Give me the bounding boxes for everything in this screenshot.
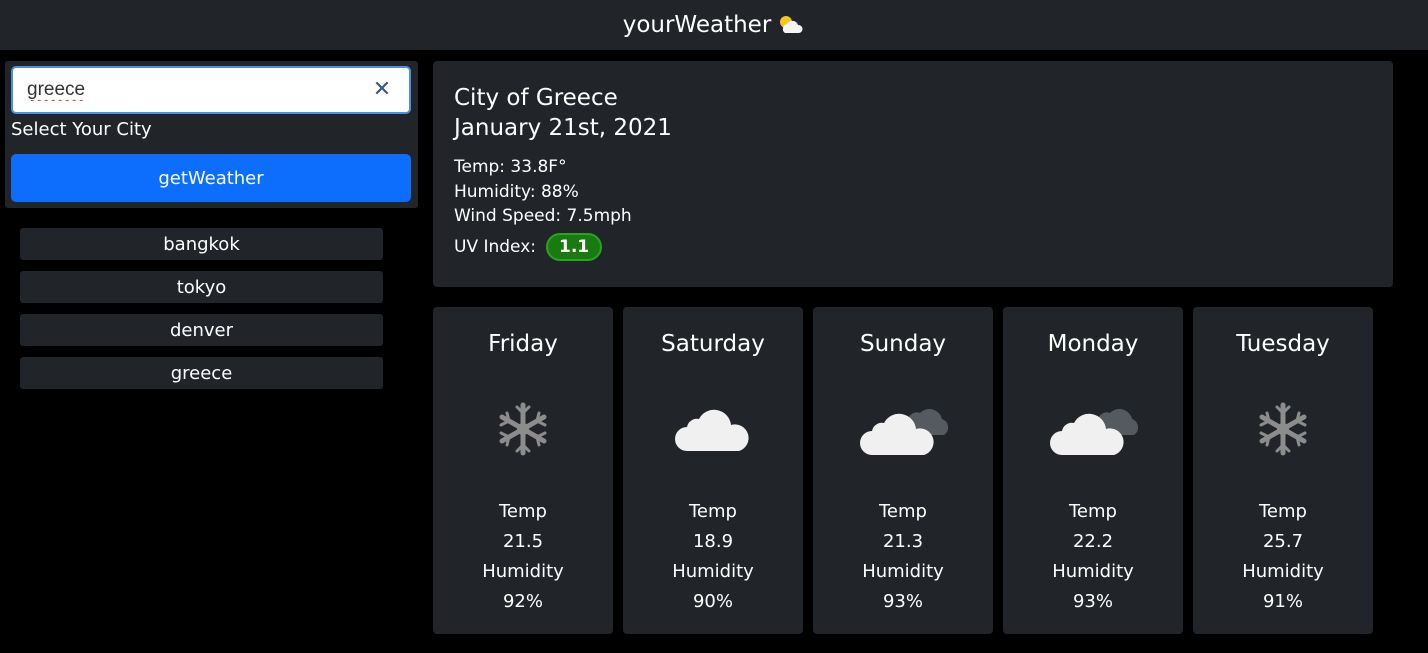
uv-index-badge: 1.1 xyxy=(546,232,603,261)
current-weather-card: City of Greece January 21st, 2021 Temp: … xyxy=(433,61,1393,287)
forecast-day: Tuesday xyxy=(1236,331,1330,357)
forecast-temp: 21.5 xyxy=(502,531,544,552)
forecast-humidity: 90% xyxy=(692,591,733,612)
forecast-temp: 18.9 xyxy=(692,531,734,552)
uv-index-label: UV Index: xyxy=(454,236,537,257)
search-box: ✕ xyxy=(11,66,411,114)
close-icon[interactable]: ✕ xyxy=(371,79,393,101)
broken-clouds-icon xyxy=(1050,409,1138,455)
forecast-temp-label: Temp xyxy=(499,501,547,522)
forecast-day: Saturday xyxy=(661,331,765,357)
select-city-label: Select Your City xyxy=(11,119,152,140)
cloud-icon xyxy=(675,409,749,451)
get-weather-button[interactable]: getWeather xyxy=(11,154,411,202)
forecast-card-saturday: Saturday Temp 18.9 Humidity 90% xyxy=(623,307,803,634)
history-item[interactable]: tokyo xyxy=(20,271,383,303)
forecast-card-tuesday: Tuesday Temp 25.7 Humidity 91% xyxy=(1193,307,1373,634)
forecast-day: Monday xyxy=(1047,331,1139,357)
forecast-humidity-label: Humidity xyxy=(862,561,944,582)
city-name: City of Greece xyxy=(454,85,618,111)
forecast-humidity: 93% xyxy=(1072,591,1113,612)
forecast-temp: 21.3 xyxy=(882,531,924,552)
history-item[interactable]: denver xyxy=(20,314,383,346)
forecast-temp-label: Temp xyxy=(1069,501,1117,522)
forecast-card-friday: Friday Temp 21.5 Humidity 92% xyxy=(433,307,613,634)
history-item[interactable]: bangkok xyxy=(20,228,383,260)
sun-behind-cloud-icon xyxy=(777,14,805,36)
forecast-humidity: 92% xyxy=(502,591,543,612)
forecast-temp: 22.2 xyxy=(1072,531,1114,552)
forecast-card-sunday: Sunday Temp 21.3 Humidity 93% xyxy=(813,307,993,634)
search-history-list: bangkok tokyo denver greece xyxy=(20,228,383,400)
current-humidity: Humidity: 88% xyxy=(454,181,579,202)
broken-clouds-icon xyxy=(860,409,948,455)
history-item[interactable]: greece xyxy=(20,357,383,389)
forecast-temp: 25.7 xyxy=(1262,531,1304,552)
forecast-humidity: 93% xyxy=(882,591,923,612)
city-search-input[interactable] xyxy=(27,79,357,101)
forecast-temp-label: Temp xyxy=(1259,501,1307,522)
snowflake-icon xyxy=(499,402,547,456)
app-title: yourWeather xyxy=(622,12,772,38)
current-temp: Temp: 33.8F° xyxy=(454,157,567,177)
snowflake-icon xyxy=(1259,402,1307,456)
forecast-humidity-label: Humidity xyxy=(1242,561,1324,582)
forecast-day: Friday xyxy=(488,331,558,357)
forecast-day: Sunday xyxy=(859,331,947,357)
forecast-humidity-label: Humidity xyxy=(1052,561,1134,582)
current-date: January 21st, 2021 xyxy=(454,115,672,141)
forecast-temp-label: Temp xyxy=(689,501,737,522)
current-wind-speed: Wind Speed: 7.5mph xyxy=(454,206,632,226)
forecast-card-monday: Monday Temp 22.2 Humidity 93% xyxy=(1003,307,1183,634)
forecast-humidity-label: Humidity xyxy=(482,561,564,582)
forecast-temp-label: Temp xyxy=(879,501,927,522)
forecast-humidity: 91% xyxy=(1262,591,1303,612)
app-header: yourWeather xyxy=(0,0,1428,50)
search-panel: ✕ Select Your City getWeather xyxy=(5,61,418,208)
forecast-humidity-label: Humidity xyxy=(672,561,754,582)
